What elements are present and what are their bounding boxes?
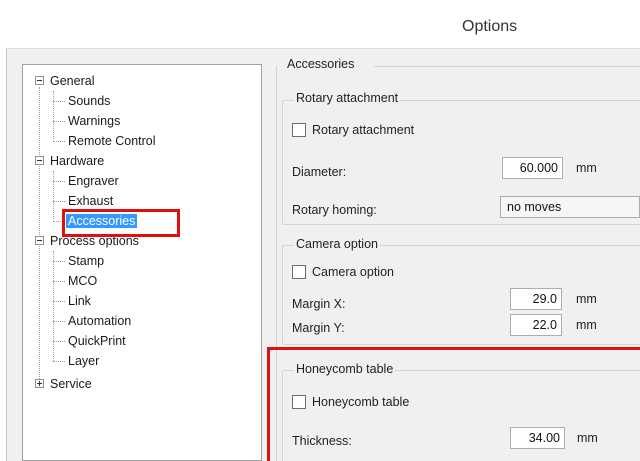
tree-connector — [53, 101, 65, 102]
panel-title: Accessories — [287, 57, 355, 71]
margin-x-unit: mm — [576, 292, 597, 306]
tree-item-label: Stamp — [68, 254, 105, 268]
tree-item-label: Service — [50, 377, 92, 391]
collapse-icon[interactable] — [35, 156, 44, 165]
tree-item-exhaust[interactable]: Exhaust — [68, 192, 113, 210]
collapse-icon[interactable] — [35, 76, 44, 85]
panel-title-line — [374, 66, 640, 67]
tree-item-label: General — [50, 74, 95, 88]
tree-item-quickprint[interactable]: QuickPrint — [68, 332, 126, 350]
tree-item-stamp[interactable]: Stamp — [68, 252, 104, 270]
tree-connector — [53, 181, 65, 182]
diameter-label: Diameter: — [292, 165, 347, 179]
tree-item-remote-control[interactable]: Remote Control — [68, 132, 156, 150]
tree-item-label: Layer — [68, 354, 100, 368]
tree-item-sounds[interactable]: Sounds — [68, 92, 110, 110]
tree-connector — [53, 361, 65, 362]
diameter-unit: mm — [576, 161, 597, 175]
margin-y-input[interactable]: 22.0 — [510, 314, 562, 336]
tree-connector — [53, 281, 65, 282]
tree-item-label: Hardware — [50, 154, 105, 168]
rotary-attachment-checkbox[interactable] — [292, 123, 306, 137]
tree-item-layer[interactable]: Layer — [68, 352, 99, 370]
diameter-input[interactable]: 60.000 — [502, 157, 563, 179]
tree-item-label: Remote Control — [68, 134, 156, 148]
tree-item-service[interactable]: Service — [35, 375, 92, 393]
tree-connector — [53, 341, 65, 342]
tree-item-label: MCO — [68, 274, 98, 288]
tree-item-automation[interactable]: Automation — [68, 312, 131, 330]
title-bar: Options — [0, 0, 640, 48]
tree-connector — [53, 201, 65, 202]
tree-item-label: Automation — [68, 314, 132, 328]
tree-item-label: Sounds — [68, 94, 111, 108]
camera-option-checkbox[interactable] — [292, 265, 306, 279]
rotary-homing-select[interactable]: no moves — [500, 196, 640, 218]
tree-item-label: Engraver — [68, 174, 119, 188]
tree-connector — [53, 321, 65, 322]
tree-item-general[interactable]: General — [35, 72, 94, 90]
rotary-group-label: Rotary attachment — [294, 91, 401, 105]
window-title: Options — [462, 18, 518, 35]
camera-option-label: Camera option — [312, 265, 394, 279]
margin-y-label: Margin Y: — [292, 321, 345, 335]
expand-icon[interactable] — [35, 379, 44, 388]
margin-y-unit: mm — [576, 318, 597, 332]
tree-item-warnings[interactable]: Warnings — [68, 112, 120, 130]
tree-item-hardware[interactable]: Hardware — [35, 152, 104, 170]
highlight-box-accessories — [62, 209, 180, 237]
tree-item-label: Link — [68, 294, 91, 308]
tree-item-link[interactable]: Link — [68, 292, 91, 310]
collapse-icon[interactable] — [35, 236, 44, 245]
tree-connector — [53, 91, 54, 139]
rotary-attachment-label: Rotary attachment — [312, 123, 415, 137]
camera-group-label: Camera option — [294, 237, 380, 251]
tree-item-label: QuickPrint — [68, 334, 126, 348]
rotary-homing-label: Rotary homing: — [292, 203, 377, 217]
tree-connector — [53, 121, 65, 122]
tree-connector — [53, 251, 54, 361]
tree-item-engraver[interactable]: Engraver — [68, 172, 119, 190]
options-tree[interactable]: General Sounds Warnings Remote Control H… — [22, 64, 262, 461]
tree-connector — [53, 261, 65, 262]
margin-x-input[interactable]: 29.0 — [510, 288, 562, 310]
tree-item-mco[interactable]: MCO — [68, 272, 97, 290]
tree-connector — [53, 171, 54, 219]
tree-item-label: Warnings — [68, 114, 121, 128]
tree-connector — [53, 301, 65, 302]
highlight-box-honeycomb — [267, 347, 640, 461]
tree-connector — [53, 141, 65, 142]
tree-item-label: Exhaust — [68, 194, 114, 208]
margin-x-label: Margin X: — [292, 297, 346, 311]
